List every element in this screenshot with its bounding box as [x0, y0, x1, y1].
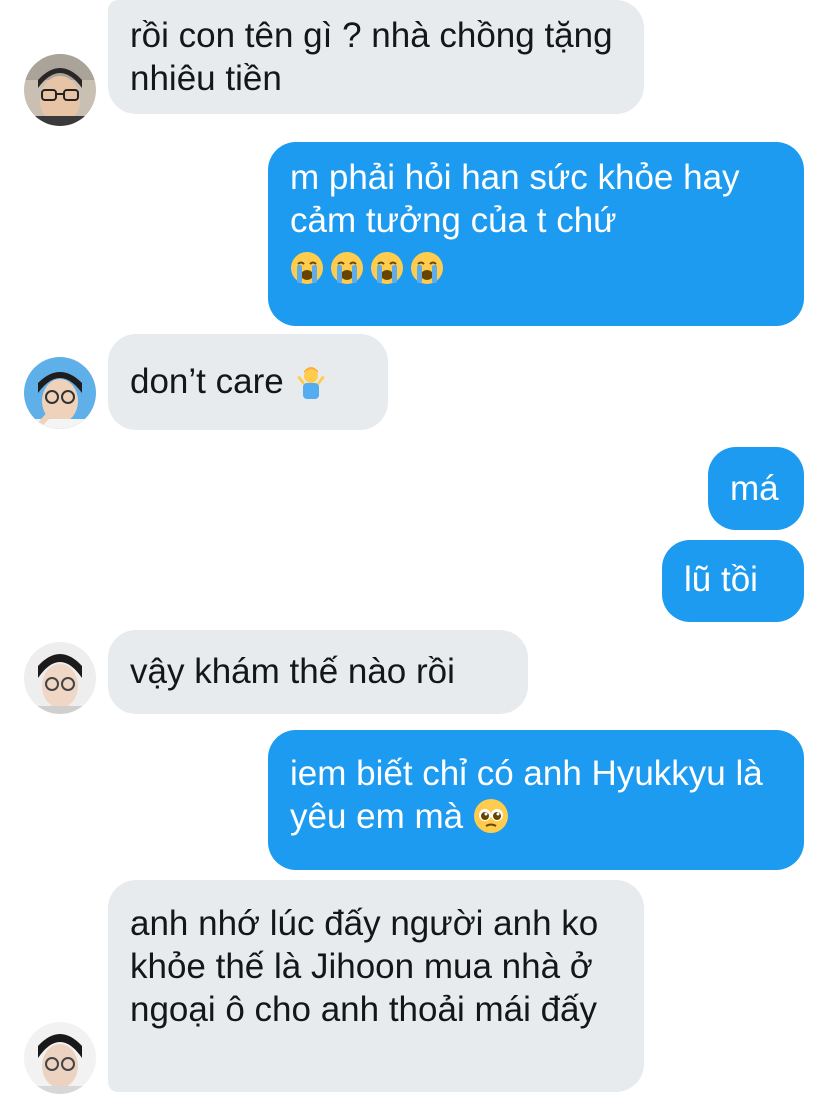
- message-text: lũ tồi: [684, 560, 758, 599]
- message-bubble-outgoing[interactable]: iem biết chỉ có anh Hyukkyu là yêu em mà: [268, 730, 804, 870]
- avatar[interactable]: [24, 642, 96, 714]
- crying-face-icon: [370, 251, 404, 285]
- crying-face-icon: [330, 251, 364, 285]
- message-bubble-incoming[interactable]: don’t care: [108, 334, 388, 430]
- message-text: anh nhớ lúc đấy người anh ko khỏe thế là…: [130, 904, 599, 1029]
- message-text: iem biết chỉ có anh Hyukkyu là yêu em mà: [290, 754, 763, 836]
- avatar[interactable]: [24, 357, 96, 429]
- message-text: rồi con tên gì ? nhà chồng tặng nhiêu ti…: [130, 16, 613, 98]
- crying-face-icon: [290, 251, 324, 285]
- person-shrugging-icon: [293, 363, 329, 399]
- message-text: don’t care: [130, 362, 284, 401]
- pleading-face-icon: [473, 798, 509, 834]
- crying-face-icon: [410, 251, 444, 285]
- message-bubble-incoming[interactable]: rồi con tên gì ? nhà chồng tặng nhiêu ti…: [108, 0, 644, 114]
- message-text: má: [730, 469, 779, 508]
- avatar[interactable]: [24, 1022, 96, 1094]
- message-bubble-incoming[interactable]: anh nhớ lúc đấy người anh ko khỏe thế là…: [108, 880, 644, 1092]
- avatar[interactable]: [24, 54, 96, 126]
- emoji-row: [290, 244, 782, 287]
- chat-thread: rồi con tên gì ? nhà chồng tặng nhiêu ti…: [0, 0, 828, 1098]
- message-text: vậy khám thế nào rồi: [130, 652, 455, 691]
- message-bubble-outgoing[interactable]: má: [708, 447, 804, 530]
- message-bubble-outgoing[interactable]: m phải hỏi han sức khỏe hay cảm tưởng củ…: [268, 142, 804, 326]
- message-text: m phải hỏi han sức khỏe hay cảm tưởng củ…: [290, 158, 740, 240]
- message-bubble-outgoing[interactable]: lũ tồi: [662, 540, 804, 622]
- message-bubble-incoming[interactable]: vậy khám thế nào rồi: [108, 630, 528, 714]
